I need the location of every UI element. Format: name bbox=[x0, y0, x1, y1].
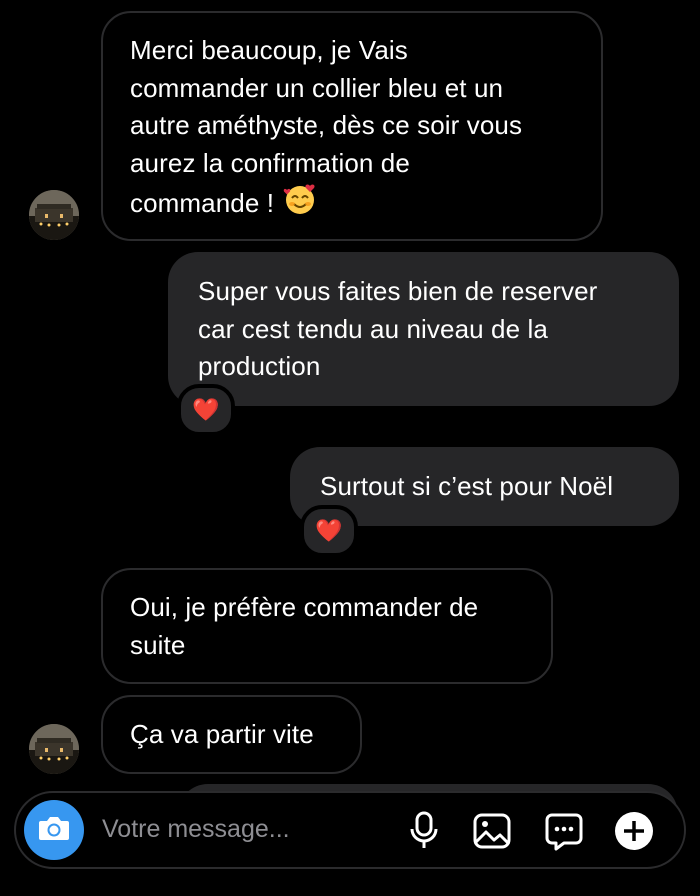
message-line: suite bbox=[130, 629, 186, 660]
sticker-icon[interactable] bbox=[544, 811, 584, 851]
heart-reaction-emoji: ❤️ bbox=[315, 518, 343, 543]
microphone-icon[interactable] bbox=[404, 811, 444, 851]
heart-reaction-emoji: ❤️ bbox=[192, 397, 220, 422]
incoming-message-bubble[interactable]: Merci beaucoup, je Vais commander un col… bbox=[101, 11, 603, 241]
camera-button[interactable] bbox=[24, 800, 84, 860]
message-line: Ça va partir vite bbox=[130, 719, 314, 749]
message-line: Oui, je préfère commander de bbox=[130, 592, 479, 622]
outgoing-message-bubble[interactable]: Super vous faites bien de reserver car c… bbox=[168, 252, 679, 406]
message-line: Super vous faites bien de reserver bbox=[198, 276, 598, 306]
message-line: autre améthyste, dès ce soir vous bbox=[130, 110, 523, 140]
incoming-message-bubble[interactable]: Ça va partir vite bbox=[101, 695, 362, 774]
message-input[interactable]: Votre message... bbox=[102, 815, 290, 844]
smiling-face-with-hearts-icon bbox=[283, 182, 317, 227]
message-line-text: commande ! bbox=[130, 188, 275, 218]
heart-reaction-icon[interactable]: ❤️ bbox=[177, 384, 235, 436]
message-composer: Votre message... bbox=[14, 791, 686, 869]
message-line: commande ! bbox=[130, 182, 573, 227]
incoming-message-bubble[interactable]: Oui, je préfère commander de suite bbox=[101, 568, 553, 684]
chat-thread: Merci beaucoup, je Vais commander un col… bbox=[0, 0, 700, 896]
image-icon[interactable] bbox=[472, 811, 512, 851]
message-line: car cest tendu au niveau de la bbox=[198, 313, 548, 344]
heart-reaction-icon[interactable]: ❤️ bbox=[300, 505, 358, 557]
message-line: Merci beaucoup, je Vais bbox=[130, 35, 408, 65]
message-line: production bbox=[198, 351, 321, 381]
avatar[interactable] bbox=[29, 724, 79, 774]
avatar[interactable] bbox=[29, 190, 79, 240]
message-line: commander un collier bleu et un bbox=[130, 72, 504, 103]
plus-icon[interactable] bbox=[614, 811, 654, 851]
camera-icon bbox=[37, 813, 71, 848]
message-line: Surtout si c’est pour Noël bbox=[320, 471, 614, 501]
message-line: aurez la confirmation de bbox=[130, 147, 410, 178]
